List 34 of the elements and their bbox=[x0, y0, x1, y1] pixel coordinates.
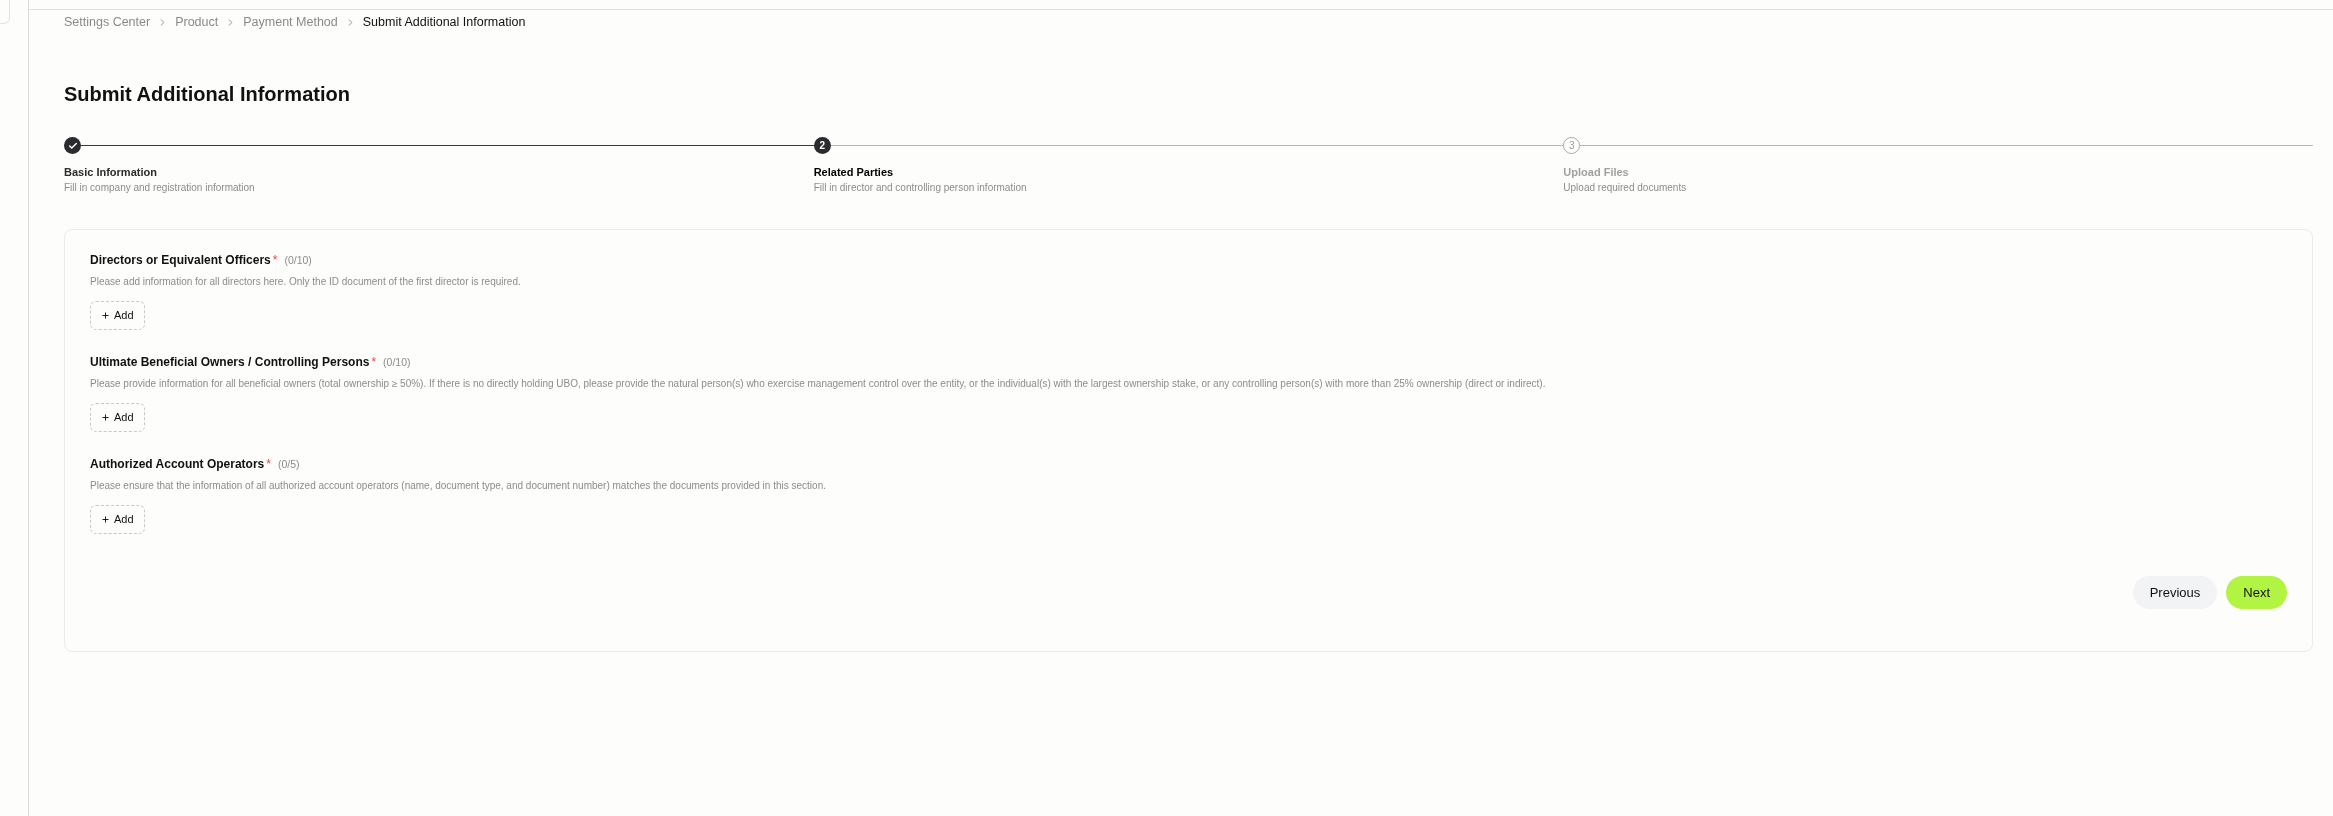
plus-icon bbox=[101, 311, 110, 320]
step-number: 2 bbox=[813, 137, 831, 154]
step-title: Upload Files bbox=[1563, 165, 1629, 180]
previous-button[interactable]: Previous bbox=[2132, 576, 2218, 609]
section-title: Authorized Account Operators bbox=[90, 456, 265, 473]
next-button[interactable]: Next bbox=[2226, 576, 2287, 609]
required-mark: * bbox=[266, 456, 271, 473]
breadcrumb-link[interactable]: Payment Method bbox=[243, 12, 338, 32]
section-description: Please ensure that the information of all authorized account operators (name, document type, and document number) matches the documents provided in this section. bbox=[90, 479, 826, 493]
add-button[interactable]: Add bbox=[90, 505, 145, 534]
section-description: Please provide information for all beneficial owners (total ownership ≥ 50%). If there is no directly holding UBO, please provide the natural person(s) who exercise management control over the entity, or the individual(s) with the largest ownership stake, or any controlling person(s) with more than 25% ownership (direct or indirect). bbox=[90, 377, 1546, 391]
section-count: (0/10) bbox=[383, 355, 411, 370]
required-mark: * bbox=[371, 354, 377, 371]
section-count: (0/5) bbox=[277, 457, 300, 472]
section-description: Please add information for all directors here. Only the ID document of the first director is required. bbox=[90, 275, 521, 289]
section-count: (0/10) bbox=[284, 253, 312, 268]
step-description: Upload required documents bbox=[1563, 181, 1687, 195]
step-number: 3 bbox=[1563, 137, 1581, 154]
step-title: Related Parties bbox=[813, 165, 894, 180]
page-title: Submit Additional Information bbox=[64, 82, 351, 107]
breadcrumb-link[interactable]: Settings Center bbox=[64, 12, 151, 32]
sidebar-card bbox=[0, 0, 10, 24]
section-title: Directors or Equivalent Officers bbox=[90, 252, 271, 269]
breadcrumb-link[interactable]: Submit Additional Information bbox=[362, 12, 526, 32]
required-mark: * bbox=[272, 252, 278, 269]
breadcrumb-link[interactable]: Product bbox=[175, 12, 219, 32]
section-title: Ultimate Beneficial Owners / Controlling Persons bbox=[90, 354, 370, 371]
plus-icon bbox=[101, 413, 110, 422]
step-description: Fill in director and controlling person information bbox=[813, 181, 1027, 195]
plus-icon bbox=[101, 515, 110, 524]
step-title: Basic Information bbox=[64, 165, 157, 180]
add-button[interactable]: Add bbox=[90, 403, 145, 432]
add-button[interactable]: Add bbox=[90, 301, 145, 330]
step-description: Fill in company and registration information bbox=[64, 181, 255, 195]
